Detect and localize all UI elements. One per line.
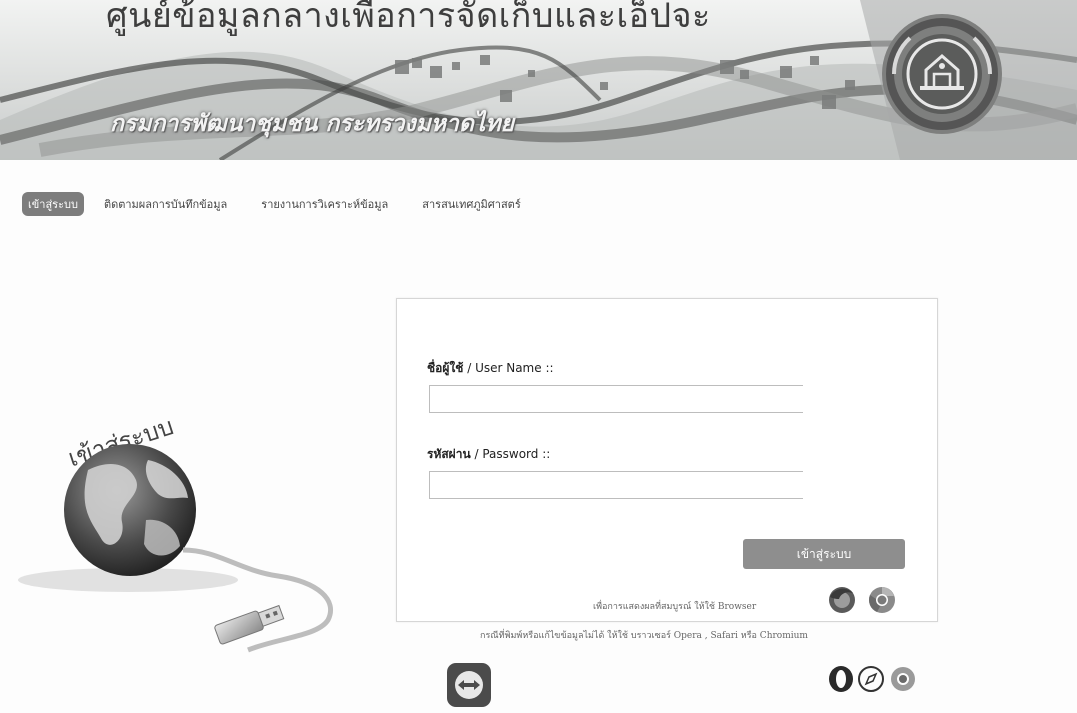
- username-label-en: / User Name ::: [463, 361, 554, 375]
- chrome-icon[interactable]: [867, 585, 897, 615]
- username-label-th: ชื่อผู้ใช้: [427, 361, 464, 375]
- password-label: รหัสผ่าน / Password ::: [427, 445, 550, 464]
- teamviewer-icon[interactable]: [444, 660, 494, 710]
- department-emblem-icon: [882, 14, 1002, 134]
- password-label-en: / Password ::: [470, 447, 551, 461]
- login-panel: ชื่อผู้ใช้ / User Name :: รหัสผ่าน / Pas…: [396, 298, 938, 622]
- browser-recommendation-note: เพื่อการแสดงผลที่สมบูรณ์ ให้ใช้ Browser: [593, 602, 757, 612]
- password-input[interactable]: [429, 471, 803, 499]
- password-label-th: รหัสผ่าน: [427, 447, 471, 461]
- chromium-icon[interactable]: [888, 664, 918, 694]
- browser-fallback-note: กรณีที่พิมพ์หรือแก้ไขข้อมูลไม่ได้ ให้ใช้…: [480, 631, 808, 641]
- globe-login-graphic: เข้าสู่ระบบ: [18, 412, 333, 653]
- safari-icon[interactable]: [856, 664, 886, 694]
- username-input[interactable]: [429, 385, 803, 413]
- opera-icon[interactable]: [826, 664, 856, 694]
- nav-item-gis[interactable]: สารสนเทศภูมิศาสตร์: [422, 195, 520, 213]
- main-nav: เข้าสู่ระบบ ติดตามผลการบันทึกข้อมูล รายง…: [22, 192, 555, 216]
- nav-item-analysis-report[interactable]: รายงานการวิเคราะห์ข้อมูล: [261, 195, 388, 213]
- firefox-icon[interactable]: [827, 585, 857, 615]
- username-label: ชื่อผู้ใช้ / User Name ::: [427, 359, 554, 378]
- nav-item-tracking[interactable]: ติดตามผลการบันทึกข้อมูล: [104, 195, 227, 213]
- header-banner: ศูนย์ข้อมูลกลางเพื่อการจัดเก็บและเอ็ปจะ …: [0, 0, 1077, 160]
- nav-item-login[interactable]: เข้าสู่ระบบ: [22, 192, 84, 216]
- banner-title: ศูนย์ข้อมูลกลางเพื่อการจัดเก็บและเอ็ปจะ: [106, 0, 711, 36]
- login-submit-button[interactable]: เข้าสู่ระบบ: [743, 539, 905, 569]
- banner-subtitle: กรมการพัฒนาชุมชน กระทรวงมหาดไทย: [110, 111, 514, 137]
